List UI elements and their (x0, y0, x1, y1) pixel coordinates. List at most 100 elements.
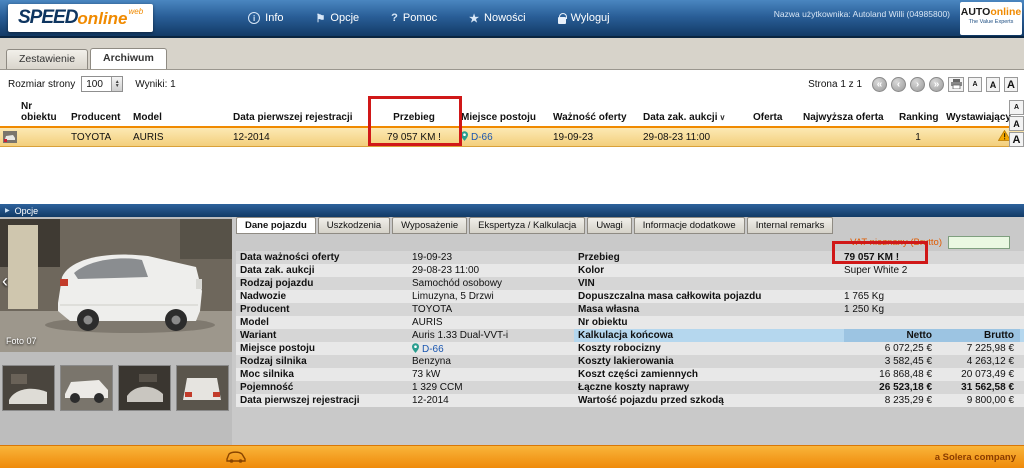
pager: Strona 1 z 1 « ‹ › » A A A (808, 70, 1018, 98)
detail-fields-left: Data ważności oferty19-09-23 Data zak. a… (236, 251, 574, 407)
pager-prev-button[interactable]: ‹ (891, 77, 906, 92)
brutto-column-header: Brutto (936, 329, 1020, 342)
column-header-nr-obiektu[interactable]: Nr obiektu (18, 101, 68, 123)
menu-item-label: Opcje (330, 12, 359, 24)
field-row: WariantAuris 1.33 Dual-VVT-i (236, 329, 574, 342)
page-size-select[interactable]: 100 ▲▼ (81, 76, 123, 92)
column-header-model[interactable]: Model (130, 112, 230, 123)
tab-archiwum[interactable]: Archiwum (90, 48, 167, 69)
field-row: Data pierwszej rejestracji12-2014 (236, 394, 574, 407)
cell-waznosc-oferty: 19-09-23 (550, 132, 640, 143)
sort-desc-icon: ∨ (719, 113, 725, 122)
kalkulacja-title: Kalkulacja końcowa (578, 330, 844, 341)
cell-przebieg: 79 057 KM ! (370, 132, 458, 143)
menu-item-label: Info (265, 12, 283, 24)
parking-location-link[interactable]: D-66 (422, 344, 444, 355)
menu-item-info[interactable]: i Info (248, 12, 283, 25)
menu-item-label: Nowości (484, 12, 526, 24)
autoonline-logo[interactable]: AUTOonline The Value Experts (960, 2, 1022, 35)
detail-tab-internal-remarks[interactable]: Internal remarks (747, 217, 834, 234)
column-header-oferta[interactable]: Oferta (750, 112, 800, 123)
menu-item-label: Pomoc (403, 12, 437, 24)
menu-item-nowosci[interactable]: ★ Nowości (469, 12, 525, 25)
spinner-arrows-icon[interactable]: ▲▼ (111, 77, 122, 91)
photo-thumbnail[interactable] (176, 365, 229, 411)
photo-thumbnail[interactable] (60, 365, 113, 411)
detail-fields-right: Przebieg79 057 KM ! KolorSuper White 2 V… (574, 251, 1024, 407)
column-header-przebieg[interactable]: Przebieg (370, 112, 458, 123)
result-row[interactable]: TOYOTA AURIS 12-2014 79 057 KM ! D-66 19… (0, 128, 1024, 147)
top-header: SPEEDonlineweb i Info ⚑ Opcje ? Pomoc ★ … (0, 0, 1024, 38)
pager-next-button[interactable]: › (910, 77, 925, 92)
column-header-wystawiajacy[interactable]: Wystawiający (940, 112, 1014, 123)
column-header-ranking[interactable]: Ranking (896, 112, 940, 123)
row-thumbnail[interactable] (0, 131, 18, 143)
photo-caption: Foto 07 (6, 336, 37, 346)
kalkulacja-row: Wartość pojazdu przed szkodą8 235,29 €9 … (574, 394, 1024, 407)
results-toolbar: Rozmiar strony 100 ▲▼ Wyniki: 1 Strona 1… (0, 70, 1024, 98)
field-row: Rodzaj silnikaBenzyna (236, 355, 574, 368)
font-size-large-button[interactable]: A (1009, 132, 1024, 147)
menu-item-wyloguj[interactable]: Wyloguj (558, 12, 610, 25)
footer-bar: a Solera company (0, 445, 1024, 468)
font-size-small-button[interactable]: A (968, 77, 982, 92)
field-row: Data ważności oferty19-09-23 (236, 251, 574, 264)
cell-miejsce-postoju: D-66 (458, 131, 550, 143)
printer-icon (951, 79, 962, 89)
menu-item-opcje[interactable]: ⚑ Opcje (316, 12, 360, 25)
field-row: VIN (574, 277, 1024, 290)
column-header-miejsce-postoju[interactable]: Miejsce postoju (458, 112, 550, 123)
font-size-small-button[interactable]: A (1009, 100, 1024, 115)
detail-tab-ekspertyza[interactable]: Ekspertyza / Kalkulacja (469, 217, 585, 234)
font-size-large-button[interactable]: A (1004, 77, 1018, 92)
photo-thumbnail[interactable] (118, 365, 171, 411)
parking-location-link[interactable]: D-66 (471, 132, 493, 143)
star-icon: ★ (469, 12, 479, 25)
speedonline-logo[interactable]: SPEEDonlineweb (8, 4, 153, 32)
photo-column: Foto 07 ‹ (0, 217, 232, 445)
column-header-najwyzsza-oferta[interactable]: Najwyższa oferta (800, 112, 896, 123)
cell-producent: TOYOTA (68, 132, 130, 143)
column-header-producent[interactable]: Producent (68, 112, 130, 123)
vat-input[interactable] (948, 236, 1010, 249)
field-row-przebieg: Przebieg79 057 KM ! (574, 251, 1024, 264)
detail-tab-wyposazenie[interactable]: Wyposażenie (392, 217, 467, 234)
detail-tab-dane-pojazdu[interactable]: Dane pojazdu (236, 217, 316, 234)
field-row: Dopuszczalna masa całkowita pojazdu1 765… (574, 290, 1024, 303)
print-button[interactable] (948, 77, 964, 92)
brand-tagline: The Value Experts (960, 19, 1022, 25)
pager-first-button[interactable]: « (872, 77, 887, 92)
column-header-data-rejestracji[interactable]: Data pierwszej rejestracji (230, 112, 370, 123)
info-icon: i (248, 12, 260, 24)
detail-tab-uwagi[interactable]: Uwagi (587, 217, 631, 234)
opcje-bar-label: Opcje (15, 206, 39, 216)
field-row: Pojemność1 329 CCM (236, 381, 574, 394)
field-row: Rodzaj pojazduSamochód osobowy (236, 277, 574, 290)
font-size-medium-button[interactable]: A (986, 77, 1000, 92)
detail-tab-uszkodzenia[interactable]: Uszkodzenia (318, 217, 390, 234)
detail-main: Dane pojazdu Uszkodzenia Wyposażenie Eks… (232, 217, 1024, 445)
cell-wystawiajacy (940, 130, 1014, 144)
photo-prev-arrow[interactable]: ‹ (2, 271, 8, 292)
field-row: NadwozieLimuzyna, 5 Drzwi (236, 290, 574, 303)
photo-thumbnail[interactable] (2, 365, 55, 411)
kalkulacja-row: Koszt części zamiennych16 868,48 €20 073… (574, 368, 1024, 381)
field-row: Moc silnika73 kW (236, 368, 574, 381)
results-grid: Nr obiektu Producent Model Data pierwsze… (0, 98, 1024, 147)
pager-last-button[interactable]: » (929, 77, 944, 92)
field-row: Masa własna1 250 Kg (574, 303, 1024, 316)
field-row-miejsce-postoju: Miejsce postoju D-66 (236, 342, 574, 355)
opcje-collapse-bar[interactable]: ▶ Opcje (0, 204, 1024, 217)
field-row: Data zak. aukcji29-08-23 11:00 (236, 264, 574, 277)
brand-online-text: online (990, 6, 1021, 18)
tab-zestawienie[interactable]: Zestawienie (6, 49, 88, 69)
column-header-data-zak-aukcji[interactable]: Data zak. aukcji∨ (640, 112, 750, 123)
field-row: Nr obiektu (574, 316, 1024, 329)
detail-panel: Foto 07 ‹ Dane pojazdu Uszkodzenia Wypos… (0, 217, 1024, 445)
menu-item-pomoc[interactable]: ? Pomoc (391, 12, 437, 25)
font-size-medium-button[interactable]: A (1009, 116, 1024, 131)
vehicle-photo[interactable]: Foto 07 ‹ (0, 219, 232, 352)
detail-tab-informacje-dodatkowe[interactable]: Informacje dodatkowe (634, 217, 745, 234)
help-icon: ? (391, 12, 398, 24)
column-header-waznosc-oferty[interactable]: Ważność oferty (550, 112, 640, 123)
